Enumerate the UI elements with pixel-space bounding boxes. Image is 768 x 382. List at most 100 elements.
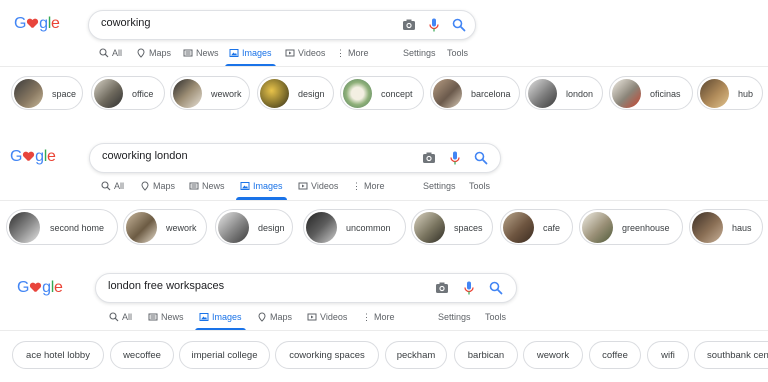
search-input[interactable]: london free workspaces	[108, 280, 224, 292]
tab-news[interactable]: News	[183, 41, 219, 65]
chip-london[interactable]: london	[525, 76, 603, 110]
chip-thumbnail	[260, 79, 289, 108]
google-logo[interactable]: Ggle	[10, 147, 56, 167]
chip-southbank-centre[interactable]: southbank cen	[694, 341, 768, 369]
chip-barcelona[interactable]: barcelona	[430, 76, 520, 110]
tab-all[interactable]: All	[99, 41, 122, 65]
tab-all[interactable]: All	[109, 305, 132, 329]
tab-images[interactable]: Images	[195, 305, 245, 331]
search-tabs: All Maps News Images Videos ⋮ More Settin…	[0, 41, 768, 67]
heart-icon	[30, 283, 41, 293]
search-box[interactable]: coworking	[88, 10, 476, 40]
google-logo[interactable]: Ggle	[14, 14, 60, 34]
image-icon	[240, 182, 250, 190]
search-tabs: All News Images Maps Videos ⋮ More Settin…	[0, 305, 768, 331]
chip-thumbnail	[173, 79, 202, 108]
search-icon[interactable]	[488, 280, 504, 296]
chip-wecoffee[interactable]: wecoffee	[110, 341, 174, 369]
tab-images[interactable]: Images	[225, 41, 275, 67]
tab-maps[interactable]: Maps	[136, 41, 171, 65]
chip-wework[interactable]: wework	[123, 209, 207, 245]
chip-wework[interactable]: wework	[170, 76, 250, 110]
image-icon	[229, 49, 239, 57]
results-block-1: Ggle coworking All Maps News Images Vide…	[0, 0, 768, 122]
chip-barbican[interactable]: barbican	[454, 341, 518, 369]
results-block-2: Ggle coworking london All Maps News Imag…	[0, 134, 768, 262]
search-icon	[101, 181, 111, 191]
chip-design[interactable]: design	[215, 209, 293, 245]
chip-coworking-spaces[interactable]: coworking spaces	[275, 341, 379, 369]
search-box[interactable]: coworking london	[89, 143, 501, 173]
chip-thumbnail	[414, 212, 445, 243]
search-input[interactable]: coworking	[101, 17, 151, 29]
google-logo[interactable]: Ggle	[17, 278, 63, 298]
tab-news[interactable]: News	[148, 305, 184, 329]
tab-more[interactable]: ⋮ More	[362, 305, 395, 329]
mic-icon[interactable]	[447, 150, 463, 166]
chip-office[interactable]: office	[91, 76, 165, 110]
chip-uncommon[interactable]: uncommon	[303, 209, 406, 245]
chip-thumbnail	[126, 212, 157, 243]
chip-concept[interactable]: concept	[340, 76, 424, 110]
chip-spaces[interactable]: spaces	[411, 209, 493, 245]
more-vert-icon: ⋮	[336, 47, 345, 58]
chip-peckham[interactable]: peckham	[385, 341, 447, 369]
chip-thumbnail	[14, 79, 43, 108]
chip-imperial-college[interactable]: imperial college	[179, 341, 270, 369]
chip-thumbnail	[94, 79, 123, 108]
chip-design[interactable]: design	[257, 76, 334, 110]
chip-hub[interactable]: hub	[697, 76, 763, 110]
chip-space[interactable]: space	[11, 76, 83, 110]
search-tabs: All Maps News Images Videos ⋮ More Settin…	[0, 174, 768, 200]
search-icon[interactable]	[451, 17, 467, 33]
chip-thumbnail	[612, 79, 641, 108]
mic-icon[interactable]	[461, 280, 477, 296]
camera-icon[interactable]	[434, 280, 450, 296]
more-vert-icon: ⋮	[362, 311, 371, 322]
news-icon	[189, 182, 199, 190]
tools-link[interactable]: Tools	[447, 41, 468, 65]
camera-icon[interactable]	[421, 150, 437, 166]
tab-more[interactable]: ⋮ More	[352, 174, 385, 198]
tools-link[interactable]: Tools	[485, 305, 506, 329]
settings-link[interactable]: Settings	[438, 305, 471, 329]
chip-oficinas[interactable]: oficinas	[609, 76, 693, 110]
video-icon	[307, 313, 317, 321]
related-chips-2: second home wework design uncommon space…	[0, 209, 768, 249]
chip-haus[interactable]: haus	[689, 209, 763, 245]
related-chips-3: ace hotel lobby wecoffee imperial colleg…	[0, 341, 768, 381]
related-chips-1: space office wework design concept barce…	[0, 76, 768, 116]
chip-thumbnail	[306, 212, 337, 243]
tab-news[interactable]: News	[189, 174, 225, 198]
tab-videos[interactable]: Videos	[298, 174, 338, 198]
tab-images[interactable]: Images	[236, 174, 286, 200]
search-icon[interactable]	[473, 150, 489, 166]
mic-icon[interactable]	[426, 17, 442, 33]
chip-cafe[interactable]: cafe	[500, 209, 573, 245]
tab-all[interactable]: All	[101, 174, 124, 198]
settings-link[interactable]: Settings	[423, 174, 456, 198]
tab-videos[interactable]: Videos	[307, 305, 347, 329]
results-block-3: Ggle london free workspaces All News Ima…	[0, 268, 768, 382]
pin-icon	[137, 48, 145, 58]
tab-more[interactable]: ⋮ More	[336, 41, 369, 65]
chip-wework[interactable]: wework	[523, 341, 583, 369]
chip-coffee[interactable]: coffee	[589, 341, 641, 369]
chip-greenhouse[interactable]: greenhouse	[579, 209, 683, 245]
chip-thumbnail	[700, 79, 729, 108]
camera-icon[interactable]	[401, 17, 417, 33]
chip-thumbnail	[692, 212, 723, 243]
settings-link[interactable]: Settings	[403, 41, 436, 65]
search-input[interactable]: coworking london	[102, 150, 188, 162]
news-icon	[183, 49, 193, 57]
tab-maps[interactable]: Maps	[257, 305, 292, 329]
chip-second-home[interactable]: second home	[6, 209, 118, 245]
tab-videos[interactable]: Videos	[285, 41, 325, 65]
chip-ace-hotel-lobby[interactable]: ace hotel lobby	[12, 341, 104, 369]
chip-wifi[interactable]: wifi	[647, 341, 689, 369]
tools-link[interactable]: Tools	[469, 174, 490, 198]
tab-maps[interactable]: Maps	[140, 174, 175, 198]
tabs-divider	[0, 66, 768, 67]
search-box[interactable]: london free workspaces	[95, 273, 517, 303]
heart-icon	[27, 19, 38, 29]
